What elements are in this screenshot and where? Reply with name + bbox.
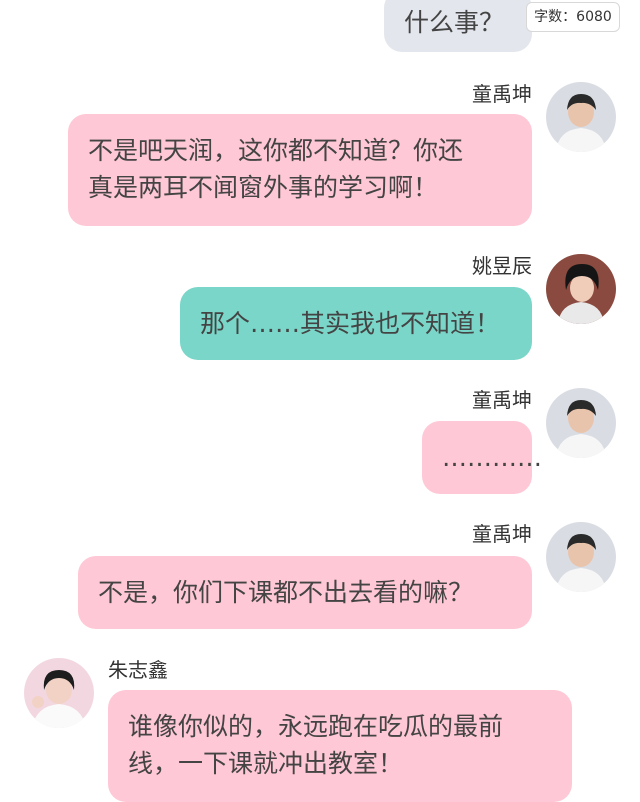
sender-name-1: 童禹坤 (472, 82, 532, 106)
avatar-image (546, 82, 616, 152)
message-line: 谁像你似的，永远跑在吃瓜的最前 (128, 712, 504, 741)
avatar-image (546, 522, 616, 592)
sender-name-5: 朱志鑫 (108, 658, 168, 682)
message-text-0: 什么事？ (404, 8, 505, 37)
message-text-3: ………… (442, 443, 542, 472)
avatar-tong-1[interactable] (546, 82, 616, 152)
avatar-image (546, 254, 616, 324)
avatar-image (546, 388, 616, 458)
message-bubble-4: 不是，你们下课都不出去看的嘛？ (78, 556, 532, 629)
sender-name-4: 童禹坤 (472, 522, 532, 546)
message-text-4: 不是，你们下课都不出去看的嘛？ (98, 578, 474, 607)
message-line: 真是两耳不闻窗外事的学习啊！ (88, 173, 439, 202)
sender-name-2: 姚昱辰 (472, 254, 532, 278)
message-bubble-5: 谁像你似的，永远跑在吃瓜的最前 线，一下课就冲出教室！ (108, 690, 572, 802)
avatar-zhu[interactable] (24, 658, 94, 728)
avatar-tong-2[interactable] (546, 388, 616, 458)
sender-name-3: 童禹坤 (472, 388, 532, 412)
avatar-image (24, 658, 94, 728)
message-bubble-0: 什么事？ (384, 0, 532, 52)
message-text-2: 那个……其实我也不知道！ (200, 309, 501, 338)
avatar-tong-3[interactable] (546, 522, 616, 592)
message-bubble-3: ………… (422, 421, 542, 494)
message-bubble-1: 不是吧天润，这你都不知道？你还 真是两耳不闻窗外事的学习啊！ (68, 114, 532, 226)
message-line: 不是吧天润，这你都不知道？你还 (88, 136, 464, 165)
avatar-yao[interactable] (546, 254, 616, 324)
message-bubble-2: 那个……其实我也不知道！ (180, 287, 532, 360)
word-count-badge: 字数：6080 (526, 2, 620, 32)
message-line: 线，一下课就冲出教室！ (128, 749, 404, 778)
